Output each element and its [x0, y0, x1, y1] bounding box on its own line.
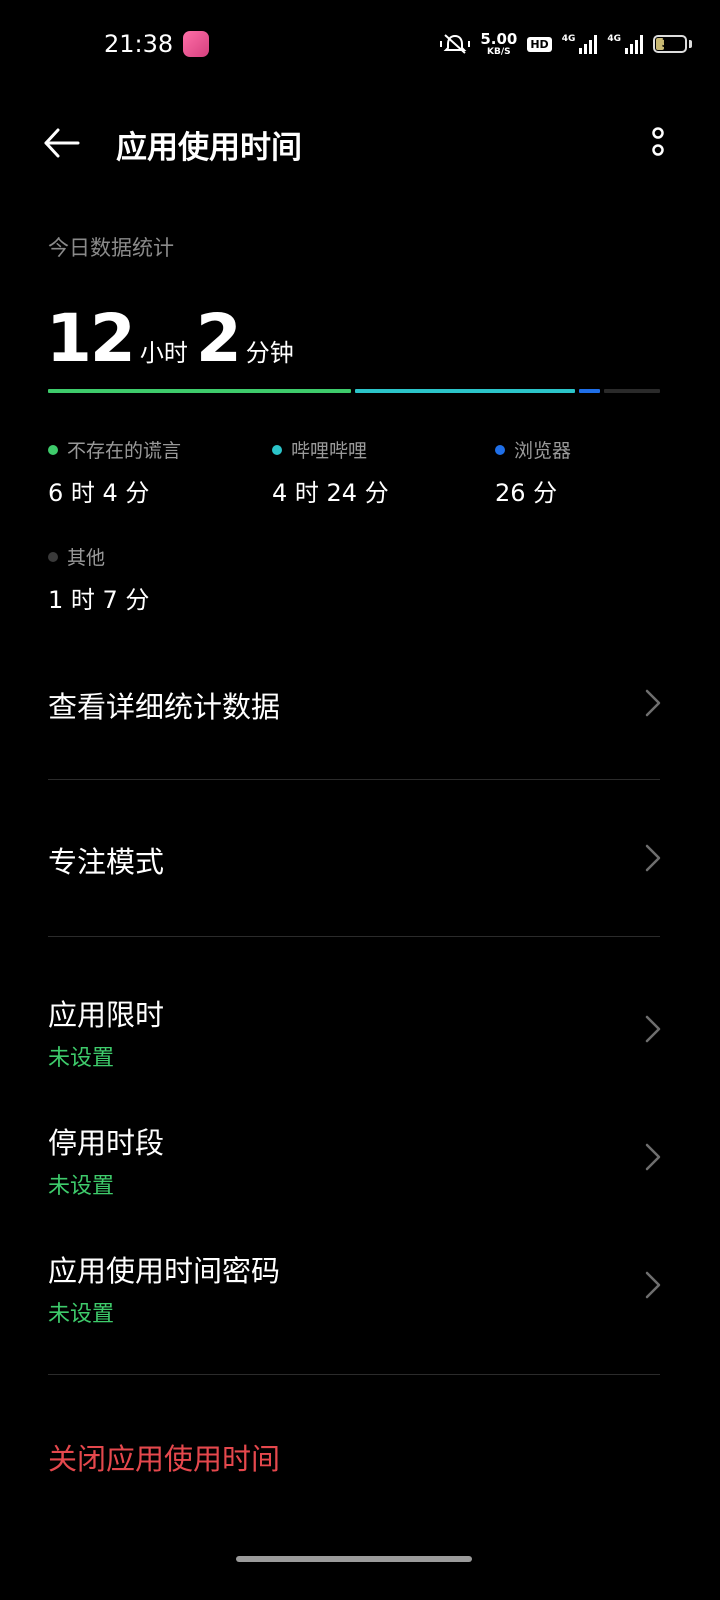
downtime-row[interactable]: 停用时段 未设置: [0, 1098, 720, 1208]
legend-item-app-3: 浏览器 26 分: [495, 436, 715, 508]
more-vertical-icon: [652, 127, 664, 156]
legend-dot: [48, 444, 58, 455]
legend-item-app-2: 哔哩哔哩 4 时 24 分: [272, 436, 492, 508]
chevron-right-icon: [645, 1015, 661, 1043]
back-button[interactable]: [36, 118, 86, 168]
legend-app-name: 哔哩哔哩: [291, 440, 368, 462]
focus-mode-row[interactable]: 专注模式: [0, 805, 720, 915]
app-limit-row[interactable]: 应用限时 未设置: [0, 970, 720, 1080]
network-speed-unit: KB/S: [487, 46, 511, 57]
network-speed-value: 5.00: [480, 29, 518, 48]
more-options-button[interactable]: [644, 122, 672, 162]
divider: [48, 936, 660, 937]
legend-dot: [48, 551, 58, 562]
usage-bar-segment: [48, 389, 351, 393]
app-bar: 应用使用时间: [0, 100, 720, 184]
battery-icon: 30: [653, 35, 687, 53]
legend-item-other: 其他 1 时 7 分: [48, 543, 268, 615]
legend-app-name: 其他: [67, 547, 106, 569]
usage-password-status: 未设置: [48, 1302, 115, 1327]
status-icons: 5.00 KB/S HD 4G 4G 30: [440, 30, 692, 58]
downtime-label: 停用时段: [48, 1126, 165, 1160]
hours-unit: 小时: [139, 339, 188, 367]
sim1-network-type: 4G: [561, 34, 576, 44]
app-limit-label: 应用限时: [48, 998, 165, 1032]
today-stats-label: 今日数据统计: [48, 236, 174, 260]
back-arrow-icon: [44, 128, 80, 158]
usage-password-label: 应用使用时间密码: [48, 1254, 281, 1288]
downtime-status: 未设置: [48, 1174, 115, 1199]
legend-app-time: 4 时 24 分: [272, 479, 389, 507]
usage-bar-segment: [578, 389, 601, 393]
legend-app-time: 26 分: [495, 479, 558, 507]
status-bar: 21:38 5.00 KB/S HD 4G 4G 30: [0, 0, 720, 90]
turn-off-usage-time-button[interactable]: 关闭应用使用时间: [48, 1436, 280, 1478]
sim1-signal-icon: 4G: [562, 34, 598, 54]
mute-bell-icon: [440, 34, 471, 54]
usage-password-row[interactable]: 应用使用时间密码 未设置: [0, 1226, 720, 1336]
detail-stats-row[interactable]: 查看详细统计数据: [0, 650, 720, 760]
battery-level: 30: [661, 36, 679, 50]
app-limit-status: 未设置: [48, 1046, 115, 1071]
chevron-right-icon: [645, 1271, 661, 1299]
legend-item-app-1: 不存在的谎言 6 时 4 分: [48, 436, 268, 508]
chevron-right-icon: [645, 844, 661, 872]
status-time: 21:38: [104, 30, 174, 58]
sim2-network-type: 4G: [607, 34, 621, 44]
legend-app-time: 1 时 7 分: [48, 586, 150, 614]
minutes-unit: 分钟: [245, 339, 294, 367]
legend-app-name: 浏览器: [514, 440, 572, 462]
total-hours: 12: [46, 300, 136, 377]
sim2-signal-icon: 4G: [607, 34, 643, 54]
chevron-right-icon: [645, 1143, 661, 1171]
total-minutes: 2: [195, 300, 242, 377]
network-speed: 5.00 KB/S: [480, 29, 518, 57]
chevron-right-icon: [645, 689, 661, 717]
legend-app-time: 6 时 4 分: [48, 479, 150, 507]
divider: [48, 779, 660, 780]
usage-bar-segment: [354, 389, 575, 393]
divider: [48, 1374, 660, 1375]
usage-breakdown-bar: [48, 389, 660, 394]
legend-app-name: 不存在的谎言: [67, 440, 182, 462]
focus-mode-label: 专注模式: [48, 845, 165, 879]
detail-stats-label: 查看详细统计数据: [48, 690, 281, 724]
page-title: 应用使用时间: [116, 130, 302, 166]
total-usage-time: 12 小时 2 分钟: [46, 300, 302, 377]
legend-dot: [272, 444, 282, 455]
battery-tip: [689, 40, 692, 48]
bilibili-notification-icon: [183, 31, 209, 57]
home-indicator[interactable]: [236, 1556, 472, 1562]
hd-voice-badge: HD: [527, 36, 552, 52]
legend-dot: [495, 444, 505, 455]
usage-bar-segment: [604, 389, 660, 393]
